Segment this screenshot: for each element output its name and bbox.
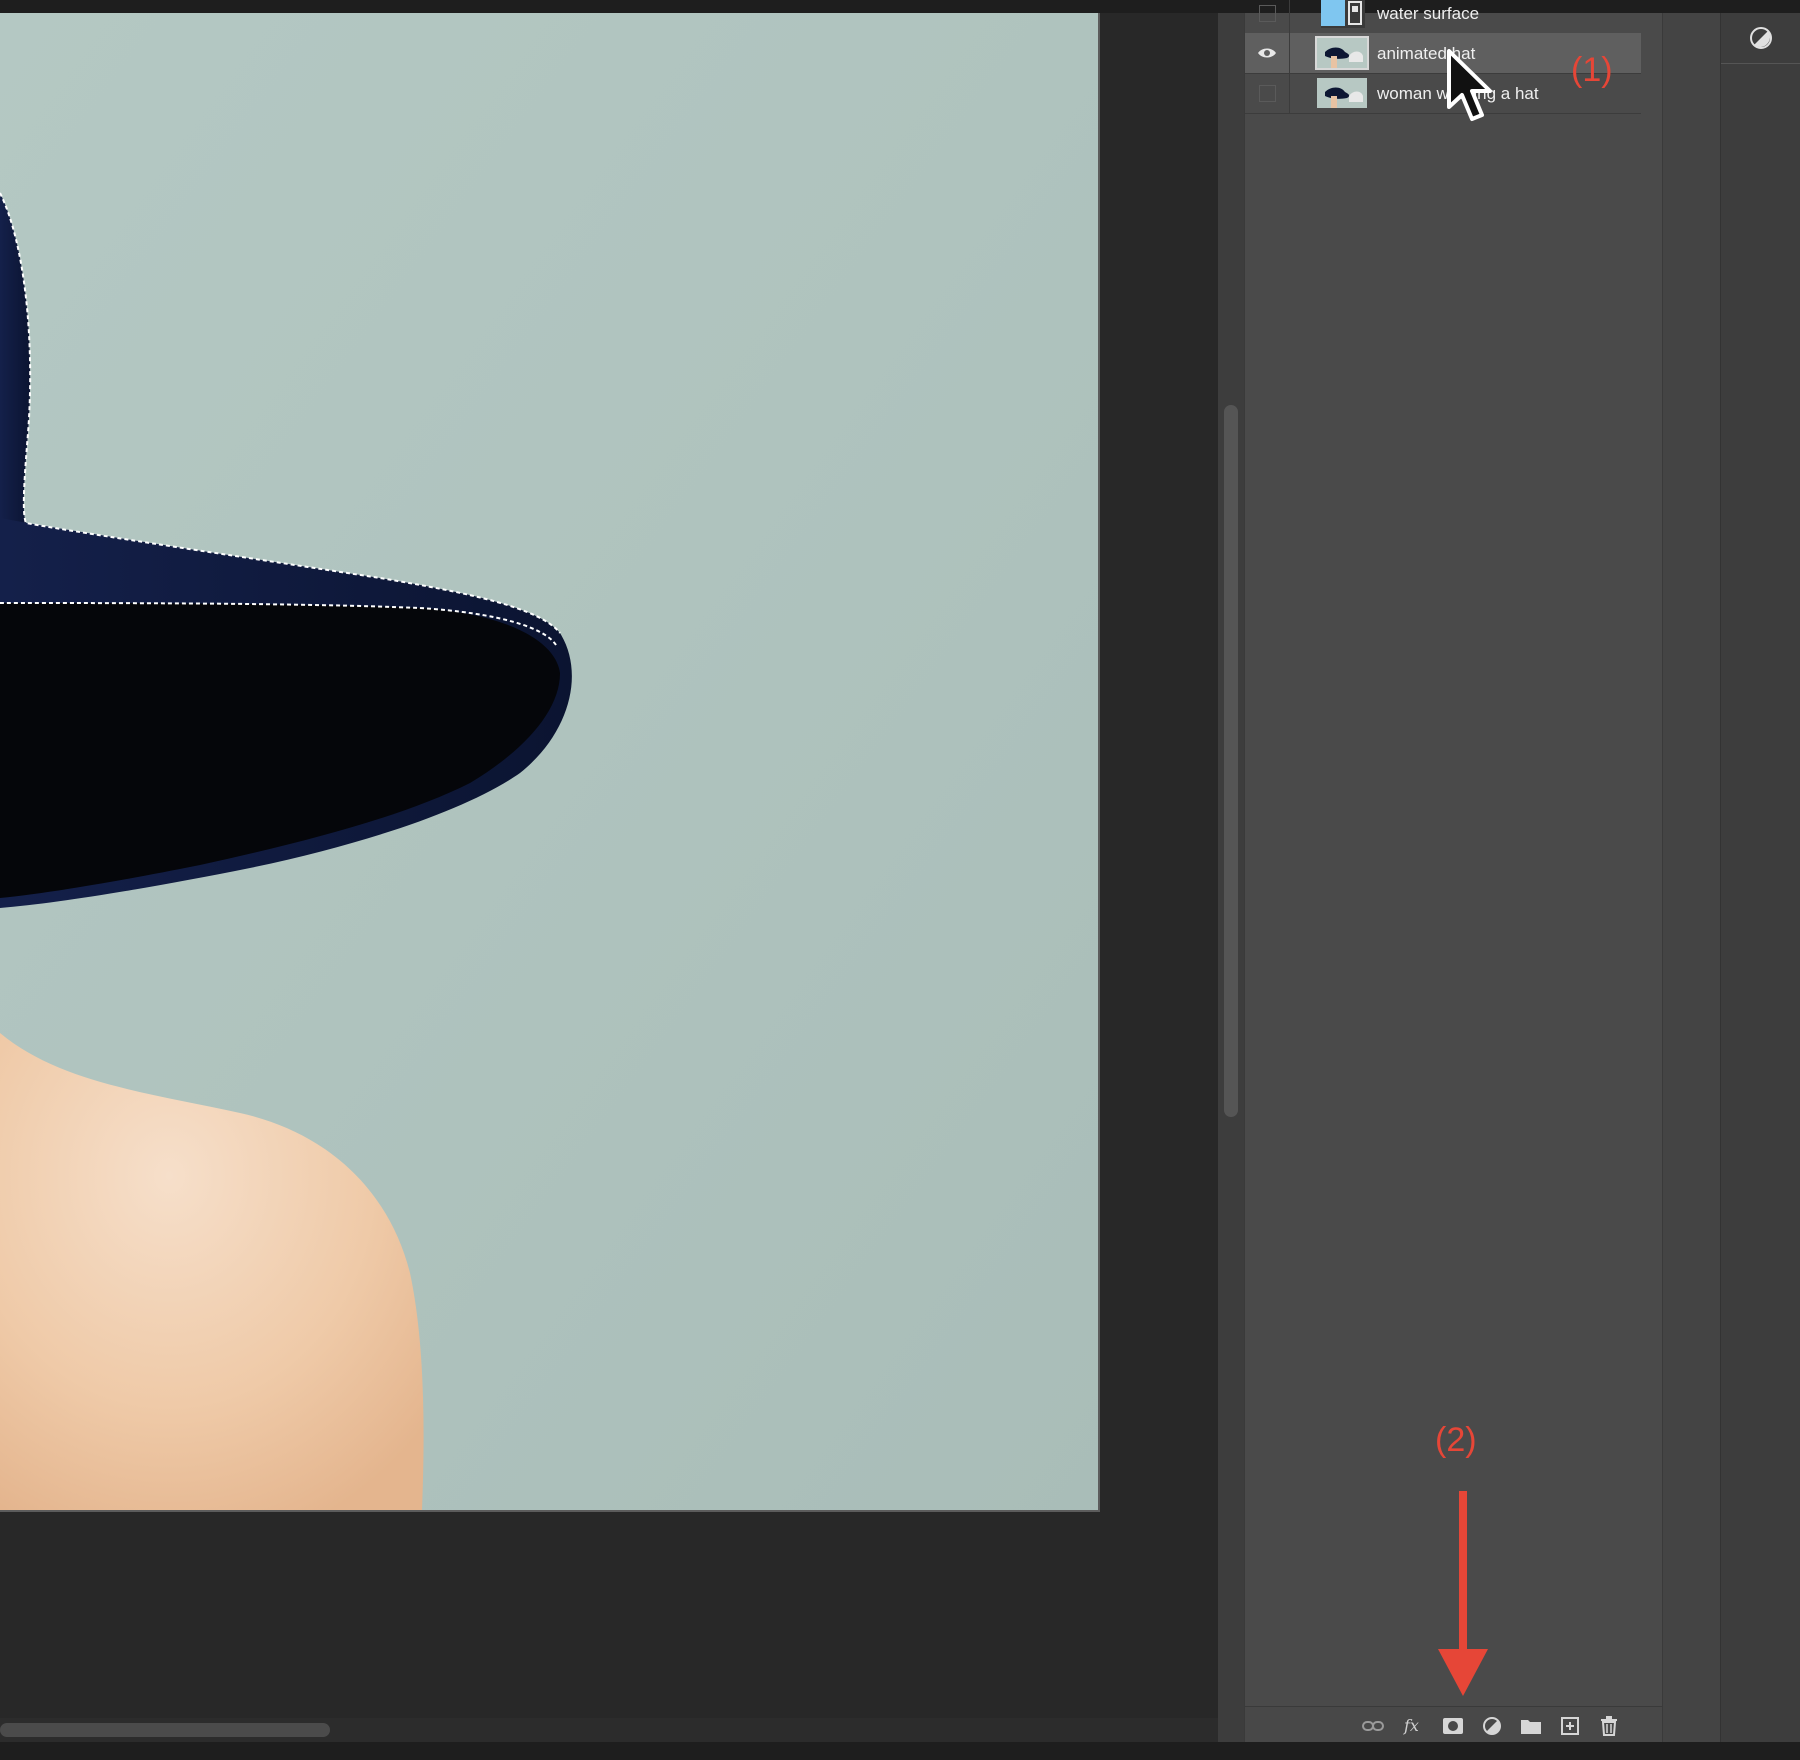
annotation-arrow — [1438, 1491, 1488, 1696]
layer-thumbnail — [1315, 36, 1369, 70]
visibility-toggle[interactable] — [1245, 73, 1290, 113]
horizontal-scroll-thumb[interactable] — [0, 1723, 330, 1737]
layer-thumbnail — [1317, 78, 1367, 108]
layer-row-water-surface[interactable]: water surface — [1245, 0, 1641, 34]
svg-text:fx: fx — [1403, 1716, 1419, 1735]
delete-layer-icon[interactable] — [1596, 1713, 1622, 1739]
adjustments-icon — [1750, 27, 1772, 49]
fx-icon[interactable]: fx — [1401, 1713, 1427, 1739]
bottom-bar — [0, 1742, 1800, 1760]
visibility-toggle[interactable] — [1245, 0, 1290, 33]
layer-name: water surface — [1377, 4, 1480, 23]
layers-panel-footer: fx — [1245, 1706, 1663, 1743]
right-dock — [1720, 13, 1800, 1742]
annotation-step-2: (2) — [1435, 1421, 1477, 1459]
adjustment-layer-icon[interactable] — [1479, 1713, 1505, 1739]
horizontal-scrollbar[interactable] — [0, 1718, 1218, 1742]
mouse-cursor-icon — [1447, 49, 1492, 121]
document-canvas[interactable] — [0, 13, 1100, 1512]
panel-divider — [1662, 13, 1721, 1742]
woman-thumbnail-icon — [1317, 78, 1367, 108]
eye-icon — [1258, 48, 1276, 58]
annotation-step-1: (1) — [1571, 51, 1613, 89]
visibility-off-box — [1258, 4, 1276, 22]
visibility-toggle[interactable] — [1245, 33, 1290, 73]
link-layers-icon[interactable] — [1360, 1713, 1386, 1739]
layer-thumbnail — [1321, 0, 1365, 28]
water-thumbnail-icon — [1321, 0, 1362, 26]
vertical-scrollbar[interactable] — [1218, 13, 1244, 1742]
visibility-off-box — [1258, 84, 1276, 102]
new-group-icon[interactable] — [1518, 1713, 1544, 1739]
hat-thumbnail-icon — [1317, 38, 1367, 68]
add-mask-icon[interactable] — [1440, 1713, 1466, 1739]
new-layer-icon[interactable] — [1557, 1713, 1583, 1739]
canvas-image — [0, 13, 1098, 1510]
adjustments-panel-button[interactable] — [1721, 13, 1800, 64]
vertical-scroll-thumb[interactable] — [1224, 405, 1238, 1117]
layers-panel: water surface animated hat woman a hat (… — [1244, 0, 1663, 1743]
